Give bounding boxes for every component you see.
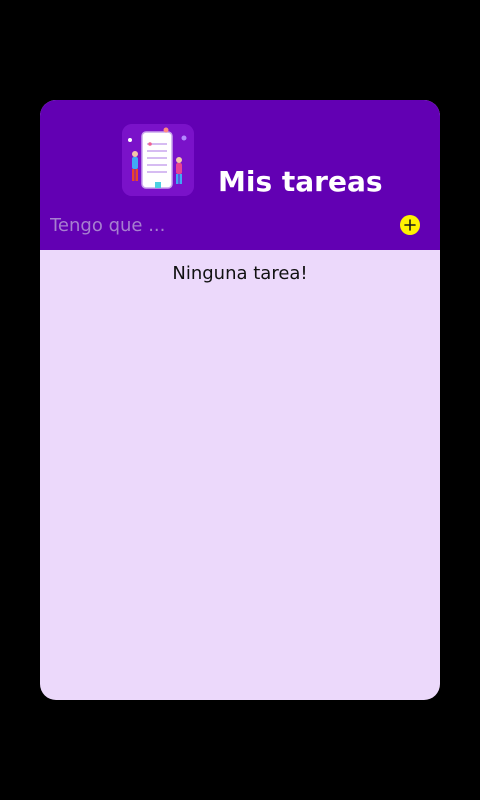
task-input[interactable] [48, 210, 382, 240]
todo-card: Mis tareas Ninguna tarea! [40, 100, 440, 700]
plus-circle-icon [404, 219, 416, 231]
app-screen: Mis tareas Ninguna tarea! [0, 0, 480, 800]
add-task-button[interactable] [400, 215, 420, 235]
empty-state-message: Ninguna tarea! [172, 263, 308, 284]
task-list: Ninguna tarea! [40, 250, 440, 700]
todo-list-illustration-icon [122, 124, 194, 196]
app-title: Mis tareas [218, 165, 383, 198]
app-header: Mis tareas [40, 100, 440, 250]
